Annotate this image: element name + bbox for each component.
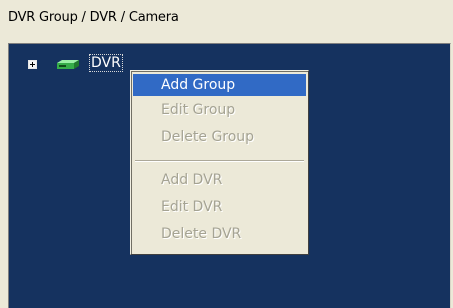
menu-item-add-group[interactable]: Add Group [133,74,306,96]
menu-item-delete-group[interactable]: Delete Group [133,126,306,148]
menu-item-add-dvr[interactable]: Add DVR [133,169,306,191]
tree-node-dvr[interactable]: DVR [89,54,123,72]
menu-item-edit-group[interactable]: Edit Group [133,99,306,121]
menu-item-delete-dvr[interactable]: Delete DVR [133,223,306,245]
dvr-device-icon[interactable] [54,59,80,71]
context-menu: Add Group Edit Group Delete Group Add DV… [130,70,309,255]
menu-separator [135,160,304,162]
menu-item-edit-dvr[interactable]: Edit DVR [133,196,306,218]
expand-icon[interactable] [28,60,37,69]
panel-label: DVR Group / DVR / Camera [8,10,179,25]
